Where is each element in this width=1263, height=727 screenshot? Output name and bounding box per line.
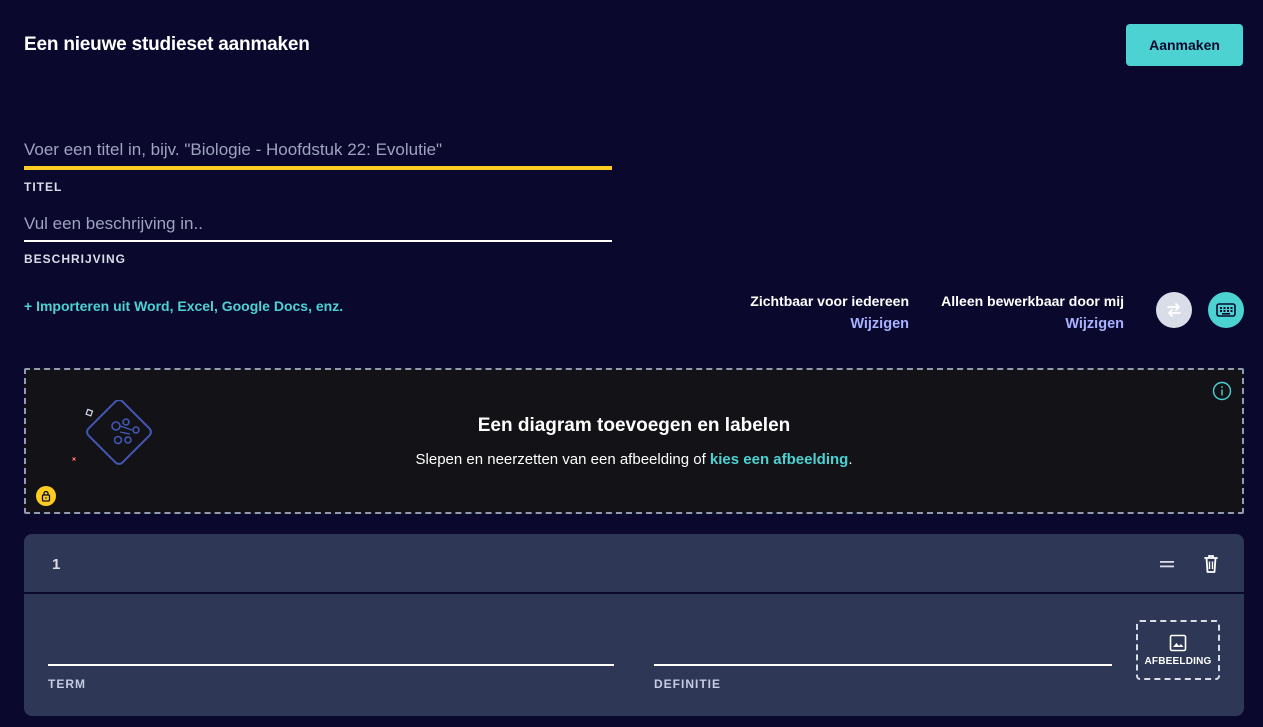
lock-icon <box>41 490 51 502</box>
swap-terms-button[interactable] <box>1156 292 1192 328</box>
term-input[interactable]: TERM <box>48 664 614 691</box>
diagram-subtitle: Slepen en neerzetten van een afbeelding … <box>26 451 1242 468</box>
title-field[interactable]: Voer een titel in, bijv. "Biologie - Hoo… <box>24 134 612 194</box>
keyboard-shortcuts-button[interactable] <box>1208 292 1244 328</box>
term-underline <box>48 664 614 666</box>
diagram-dropzone[interactable]: Een diagram toevoegen en labelen Slepen … <box>24 368 1244 514</box>
diagram-subtitle-period: . <box>848 451 853 468</box>
choose-image-link[interactable]: kies een afbeelding <box>710 451 848 468</box>
visibility-view-label: Zichtbaar voor iedereen <box>750 293 909 309</box>
create-button[interactable]: Aanmaken <box>1126 24 1243 66</box>
diagram-title: Een diagram toevoegen en labelen <box>477 415 791 436</box>
definition-input[interactable]: DEFINITIE <box>654 664 1112 691</box>
drag-handle-icon[interactable] <box>1158 556 1176 572</box>
description-input[interactable]: Vul een beschrijving in.. <box>24 208 612 240</box>
add-image-label: AFBEELDING <box>1144 655 1212 667</box>
visibility-edit-label: Alleen bewerkbaar door mij <box>941 293 1124 309</box>
title-input[interactable]: Voer een titel in, bijv. "Biologie - Hoo… <box>24 134 612 166</box>
title-label: TITEL <box>24 180 63 194</box>
term-card: 1 TERM DEFINITIE AFBEELDING <box>24 534 1244 716</box>
description-underline <box>24 240 612 242</box>
add-image-button[interactable]: AFBEELDING <box>1136 620 1220 680</box>
description-field[interactable]: Vul een beschrijving in.. BESCHRIJVING <box>24 208 612 266</box>
keyboard-icon <box>1216 303 1236 317</box>
visibility-view-change-link[interactable]: Wijzigen <box>750 316 909 332</box>
visibility-view-setting: Zichtbaar voor iedereen Wijzigen <box>750 293 909 332</box>
definition-label: DEFINITIE <box>654 677 722 691</box>
term-label: TERM <box>48 677 86 691</box>
term-card-header: 1 <box>24 534 1244 594</box>
diagram-subtitle-text: Slepen en neerzetten van een afbeelding … <box>415 451 710 468</box>
swap-icon <box>1167 303 1181 317</box>
visibility-edit-setting: Alleen bewerkbaar door mij Wijzigen <box>941 293 1124 332</box>
import-link[interactable]: + Importeren uit Word, Excel, Google Doc… <box>24 298 343 314</box>
description-label: BESCHRIJVING <box>24 252 127 266</box>
title-underline <box>24 166 612 170</box>
diagram-illustration <box>72 400 152 465</box>
term-card-number: 1 <box>52 556 61 573</box>
premium-lock-badge <box>36 486 56 506</box>
trash-icon[interactable] <box>1202 553 1220 575</box>
page-title: Een nieuwe studieset aanmaken <box>24 34 310 55</box>
visibility-edit-change-link[interactable]: Wijzigen <box>941 316 1124 332</box>
definition-underline <box>654 664 1112 666</box>
image-icon <box>1169 634 1187 651</box>
info-icon[interactable] <box>1212 381 1232 401</box>
